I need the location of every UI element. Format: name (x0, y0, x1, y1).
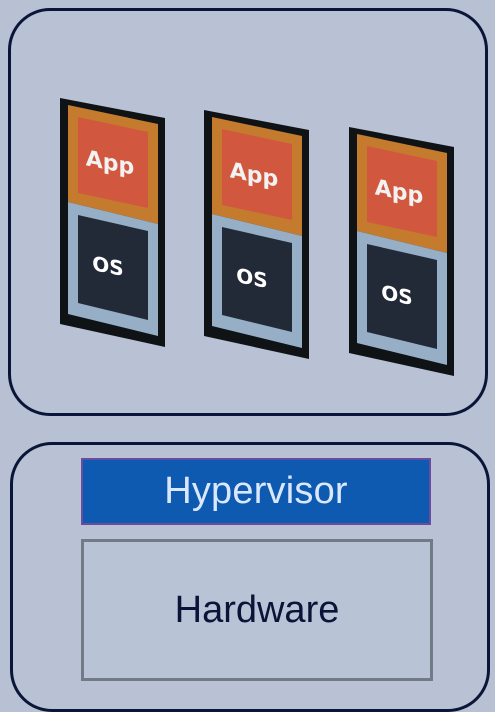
hypervisor-layer: Hypervisor (81, 458, 431, 525)
hardware-layer: Hardware (81, 539, 433, 681)
vm-stack-2: App OS (198, 104, 316, 359)
vm-stack-3: App OS (343, 121, 461, 376)
vm-stack-1: App OS (54, 92, 172, 347)
